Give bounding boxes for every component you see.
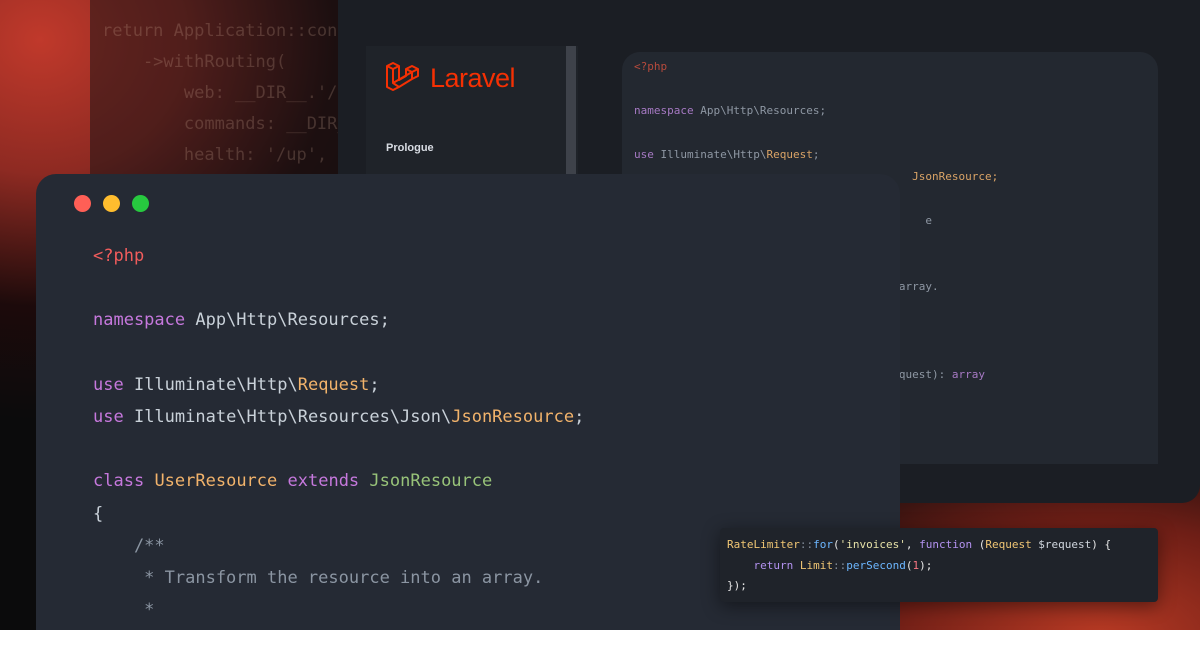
keyword: class <box>93 471 145 492</box>
snippet-line: return Limit::perSecond(1); <box>753 558 933 572</box>
keyword: use <box>93 374 124 395</box>
bg-code-line: return Application::conf <box>102 21 348 41</box>
code-block: <?php namespace App\Http\Resources; use … <box>93 240 584 626</box>
laravel-wordmark: Laravel <box>430 62 516 93</box>
code-line: <?php <box>634 60 668 73</box>
doc-comment: * Transform the resource into an array. <box>93 567 544 588</box>
namespace-path: App\Http\Resources; <box>185 310 390 331</box>
punctuation: ; <box>574 406 585 427</box>
keyword: extends <box>287 471 360 492</box>
maximize-window-dot[interactable] <box>132 195 149 212</box>
bg-code-line: health: '/up', <box>102 145 328 165</box>
class-ref: JsonResource <box>451 406 575 427</box>
minimize-window-dot[interactable] <box>103 195 120 212</box>
code-line: use Illuminate\Http\Request; <box>93 369 584 401</box>
sidebar-scrollbar[interactable] <box>566 46 576 176</box>
code-line: <?php <box>93 240 584 272</box>
close-window-dot[interactable] <box>74 195 91 212</box>
bg-code-line: ->withRouting( <box>102 52 287 72</box>
snippet-line: RateLimiter::for('invoices', function (R… <box>727 538 1112 551</box>
punctuation: { <box>93 503 104 524</box>
keyword: namespace <box>93 310 186 331</box>
doc-comment: /** <box>93 535 165 556</box>
code-line: /** <box>93 530 584 562</box>
class-ref: Request <box>297 374 370 395</box>
doc-comment: * <box>93 600 155 621</box>
hero-canvas: return Application::conf ->withRouting( … <box>0 0 1200 630</box>
code-line: namespace App\Http\Resources; <box>93 304 584 336</box>
code-line: namespace App\Http\Resources; <box>634 104 827 117</box>
code-line: use Illuminate\Http\Resources\Json\JsonR… <box>93 401 584 433</box>
snippet-line: }); <box>727 579 747 592</box>
code-line: * <box>93 594 584 626</box>
bg-code-line: commands: __DIR_ <box>102 114 348 134</box>
code-line: * Transform the resource into an array. <box>93 562 584 594</box>
parent-class: JsonResource <box>369 471 493 492</box>
code-line: use Illuminate\Http\Request; <box>634 148 820 161</box>
php-open-tag: <?php <box>93 246 145 266</box>
sidebar-item-prologue[interactable]: Prologue <box>386 142 434 154</box>
bg-code-line: web: __DIR__.'/. <box>102 83 348 103</box>
code-line: { <box>93 498 584 530</box>
import-path: Illuminate\Http\ <box>123 374 298 395</box>
rate-limiter-snippet: RateLimiter::for('invoices', function (R… <box>720 528 1158 602</box>
code-line: class UserResource extends JsonResource <box>93 465 584 497</box>
laravel-logo[interactable]: Laravel <box>384 60 516 96</box>
keyword: use <box>93 406 124 427</box>
import-path: Illuminate\Http\Resources\Json\ <box>123 406 452 427</box>
punctuation: ; <box>369 374 380 395</box>
laravel-cube-icon <box>386 62 419 91</box>
class-name: UserResource <box>154 471 278 492</box>
